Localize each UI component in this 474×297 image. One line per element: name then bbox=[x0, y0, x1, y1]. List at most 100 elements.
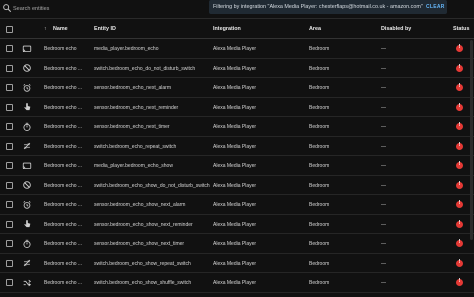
row-checkbox[interactable] bbox=[6, 45, 13, 52]
row-integration: Alexa Media Player bbox=[213, 85, 257, 91]
status-error-icon[interactable] bbox=[456, 220, 463, 228]
row-name: Bedroom echo ... bbox=[44, 65, 83, 72]
row-integration: Alexa Media Player bbox=[213, 182, 257, 189]
row-area: Bedroom bbox=[309, 280, 330, 286]
row-area: Bedroom bbox=[309, 85, 330, 91]
column-header-disabled-by[interactable]: Disabled by bbox=[381, 26, 411, 32]
row-integration: Alexa Media Player bbox=[213, 104, 257, 111]
status-error-icon[interactable] bbox=[456, 161, 463, 169]
row-name: Bedroom echo ... bbox=[44, 143, 83, 150]
row-checkbox[interactable] bbox=[6, 181, 13, 189]
table-row[interactable]: Bedroom echo ... sensor.bedroom_echo_next… bbox=[0, 78, 474, 98]
row-checkbox[interactable] bbox=[6, 279, 13, 286]
filter-text: Filtering by integration "Alexa Media Pl… bbox=[213, 4, 423, 10]
row-disabled-by: — bbox=[381, 124, 386, 130]
row-name: Bedroom echo ... bbox=[44, 182, 83, 189]
do-not-disturb-icon bbox=[23, 64, 31, 72]
row-name: Bedroom echo ... bbox=[44, 163, 83, 169]
table-row[interactable]: Bedroom echo ... switch.bedroom_echo_repe… bbox=[0, 137, 474, 156]
row-checkbox[interactable] bbox=[6, 220, 13, 228]
row-name: Bedroom echo ... bbox=[44, 260, 83, 267]
row-integration: Alexa Media Player bbox=[213, 46, 257, 52]
status-error-icon[interactable] bbox=[456, 142, 463, 150]
row-checkbox[interactable] bbox=[6, 84, 13, 91]
table-row[interactable]: Bedroom echo ... sensor.bedroom_echo_show… bbox=[0, 195, 474, 215]
status-error-icon[interactable] bbox=[456, 122, 463, 130]
row-disabled-by: — bbox=[381, 85, 386, 91]
row-disabled-by: — bbox=[381, 280, 386, 286]
row-name: Bedroom echo ... bbox=[44, 241, 83, 247]
column-header-entity-id[interactable]: Entity ID bbox=[94, 26, 116, 32]
row-entity-id: sensor.bedroom_echo_next_timer bbox=[94, 124, 170, 130]
row-entity-id: media_player.bedroom_echo bbox=[94, 46, 159, 52]
scrollbar[interactable] bbox=[470, 40, 473, 240]
reminder-icon bbox=[24, 103, 31, 111]
row-disabled-by: — bbox=[381, 46, 386, 52]
table-row[interactable]: Bedroom echo ... sensor.bedroom_echo_show… bbox=[0, 234, 474, 254]
status-error-icon[interactable] bbox=[456, 181, 463, 189]
row-checkbox[interactable] bbox=[6, 142, 13, 150]
row-disabled-by: — bbox=[381, 241, 386, 247]
status-error-icon[interactable] bbox=[456, 239, 463, 247]
table-row[interactable]: Bedroom echo media_player.bedroom_echo Ale… bbox=[0, 39, 474, 59]
row-area: Bedroom bbox=[309, 46, 330, 52]
search-input[interactable] bbox=[13, 3, 193, 15]
row-disabled-by: — bbox=[381, 163, 386, 169]
status-error-icon[interactable] bbox=[456, 200, 463, 208]
table-row[interactable]: Bedroom echo ... switch.bedroom_echo_show… bbox=[0, 176, 474, 195]
row-checkbox[interactable] bbox=[6, 259, 13, 267]
row-checkbox[interactable] bbox=[6, 103, 13, 111]
row-checkbox[interactable] bbox=[6, 201, 13, 208]
row-name: Bedroom echo ... bbox=[44, 104, 83, 111]
clear-filter-button[interactable]: CLEAR bbox=[426, 4, 445, 10]
status-error-icon[interactable] bbox=[456, 103, 463, 111]
row-checkbox[interactable] bbox=[6, 162, 13, 169]
row-disabled-by: — bbox=[381, 182, 386, 189]
table-row[interactable]: Bedroom echo ... sensor.bedroom_echo_show… bbox=[0, 215, 474, 234]
row-entity-id: switch.bedroom_echo_show_repeat_switch bbox=[94, 260, 191, 267]
row-checkbox[interactable] bbox=[6, 123, 13, 130]
row-disabled-by: — bbox=[381, 221, 386, 228]
column-header-status[interactable]: Status bbox=[453, 26, 469, 32]
table-row[interactable]: Bedroom echo ... switch.bedroom_echo_do_n… bbox=[0, 59, 474, 78]
row-checkbox[interactable] bbox=[6, 64, 13, 72]
column-header-name[interactable]: Name bbox=[53, 26, 68, 32]
sort-ascending-icon[interactable]: ↑ bbox=[44, 26, 47, 32]
row-integration: Alexa Media Player bbox=[213, 280, 257, 286]
table-row[interactable]: Bedroom echo ... media_player.bedroom_ech… bbox=[0, 156, 474, 176]
search-icon bbox=[3, 4, 12, 13]
row-area: Bedroom bbox=[309, 163, 330, 169]
cast-icon bbox=[22, 45, 32, 52]
status-error-icon[interactable] bbox=[456, 64, 463, 72]
row-name: Bedroom echo ... bbox=[44, 221, 83, 228]
select-all-checkbox[interactable] bbox=[6, 26, 13, 33]
row-area: Bedroom bbox=[309, 260, 330, 267]
row-entity-id: switch.bedroom_echo_repeat_switch bbox=[94, 143, 177, 150]
row-area: Bedroom bbox=[309, 143, 330, 150]
row-disabled-by: — bbox=[381, 104, 386, 111]
row-disabled-by: — bbox=[381, 143, 386, 150]
column-header-integration[interactable]: Integration bbox=[213, 26, 241, 32]
table-row[interactable]: Bedroom echo ... sensor.bedroom_echo_next… bbox=[0, 117, 474, 137]
table-header: ↑ Name Entity ID Integration Area Disabl… bbox=[0, 19, 474, 39]
status-error-icon[interactable] bbox=[456, 278, 463, 286]
row-entity-id: switch.bedroom_echo_show_do_not_disturb_… bbox=[94, 182, 210, 189]
do-not-disturb-icon bbox=[23, 181, 31, 189]
filter-chip: Filtering by integration "Alexa Media Pl… bbox=[209, 0, 447, 14]
row-entity-id: sensor.bedroom_echo_show_next_reminder bbox=[94, 221, 193, 228]
row-integration: Alexa Media Player bbox=[213, 241, 257, 247]
table-row[interactable]: Bedroom echo ... sensor.bedroom_echo_next… bbox=[0, 98, 474, 117]
status-error-icon[interactable] bbox=[456, 259, 463, 267]
table-row[interactable]: Bedroom echo ... switch.bedroom_echo_show… bbox=[0, 273, 474, 293]
column-header-area[interactable]: Area bbox=[309, 26, 321, 32]
row-area: Bedroom bbox=[309, 202, 330, 208]
row-checkbox[interactable] bbox=[6, 240, 13, 247]
row-area: Bedroom bbox=[309, 221, 330, 228]
row-entity-id: switch.bedroom_echo_do_not_disturb_switc… bbox=[94, 65, 196, 72]
status-error-icon[interactable] bbox=[456, 44, 463, 52]
row-name: Bedroom echo ... bbox=[44, 280, 83, 286]
status-error-icon[interactable] bbox=[456, 83, 463, 91]
table-row[interactable]: Bedroom echo ... switch.bedroom_echo_show… bbox=[0, 254, 474, 273]
alarm-icon bbox=[23, 83, 31, 92]
row-area: Bedroom bbox=[309, 65, 330, 72]
